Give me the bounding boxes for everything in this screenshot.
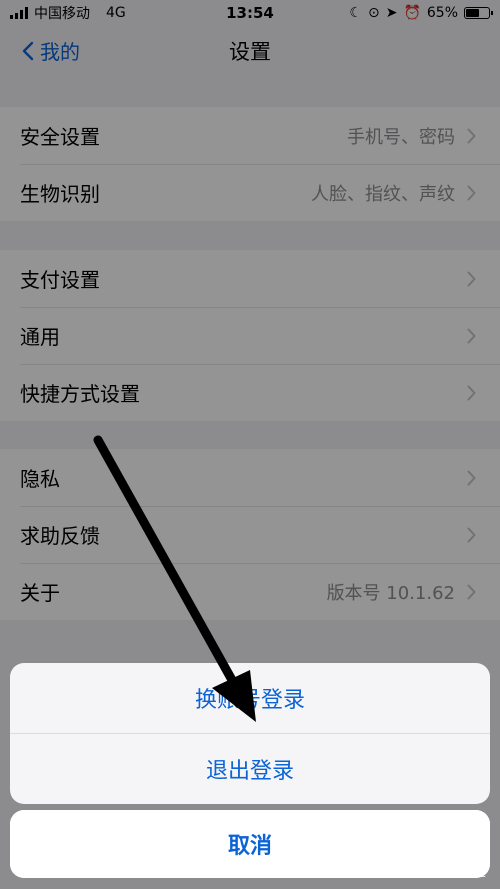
watermark: Bai经验 bbox=[406, 859, 486, 881]
watermark-label: Bai经验 bbox=[432, 861, 486, 880]
action-sheet: 换账号登录 退出登录 bbox=[10, 663, 490, 804]
logout-button[interactable]: 退出登录 bbox=[10, 733, 490, 804]
switch-account-button[interactable]: 换账号登录 bbox=[10, 663, 490, 733]
paw-icon bbox=[409, 861, 427, 877]
